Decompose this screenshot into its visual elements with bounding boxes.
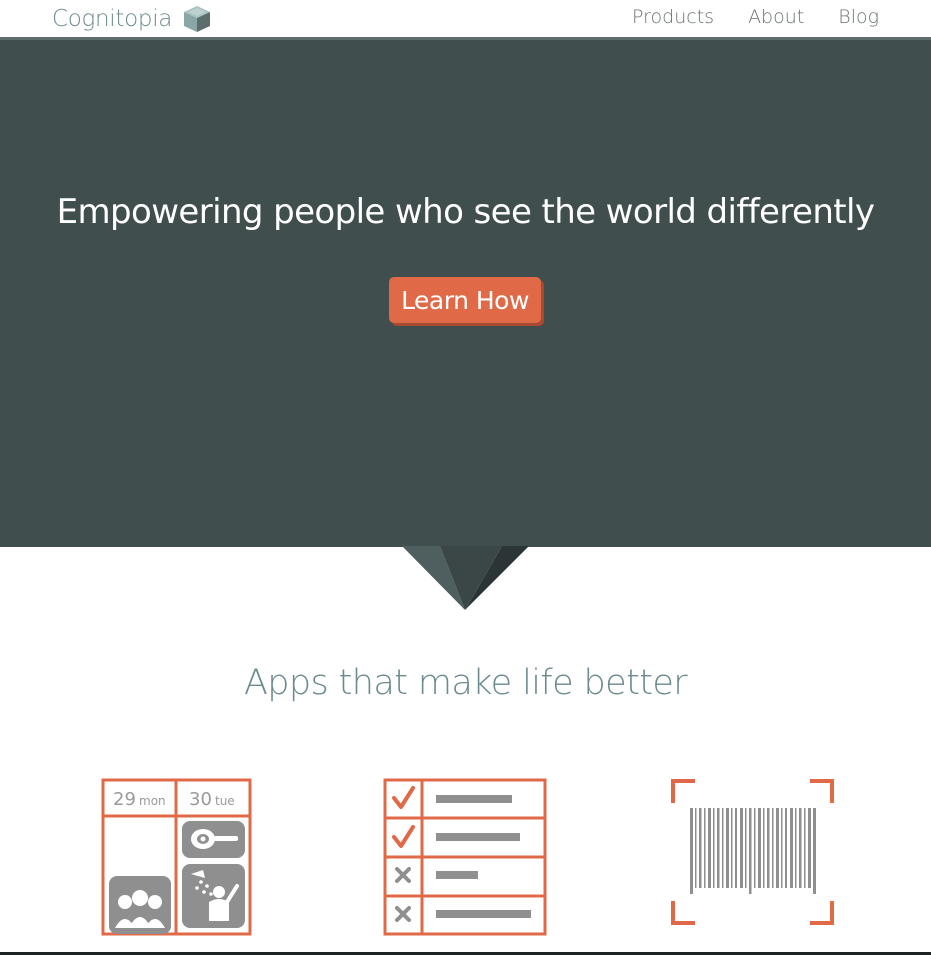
calendar-day-2-number: 30: [189, 789, 212, 810]
hero-title: Empowering people who see the world diff…: [56, 192, 875, 232]
nav-links: Products About Blog: [632, 6, 879, 28]
calendar-day-1-name: mon: [139, 794, 166, 808]
brand-link[interactable]: Cognitopia: [52, 4, 212, 34]
calendar-day-2-name: tue: [215, 794, 235, 808]
navbar: Cognitopia Products About Blog: [0, 0, 931, 40]
apps-section-title: Apps that make life better: [243, 663, 688, 703]
barcode-scanner-icon[interactable]: [670, 778, 835, 926]
hero-banner: Empowering people who see the world diff…: [0, 40, 931, 547]
checklist-icon[interactable]: [383, 778, 547, 936]
calendar-schedule-icon[interactable]: 29 mon 30 tue: [101, 778, 252, 936]
calendar-day-1-number: 29: [113, 789, 136, 810]
learn-how-button[interactable]: Learn How: [389, 277, 541, 323]
cube-logo-icon: [184, 6, 211, 32]
nav-about[interactable]: About: [748, 6, 804, 28]
nav-blog[interactable]: Blog: [838, 6, 879, 28]
hero-pointer-arrow: [402, 546, 529, 610]
page: Cognitopia Products About Blog Empowerin…: [0, 0, 931, 955]
nav-products[interactable]: Products: [632, 6, 714, 28]
brand-name: Cognitopia: [52, 6, 173, 32]
